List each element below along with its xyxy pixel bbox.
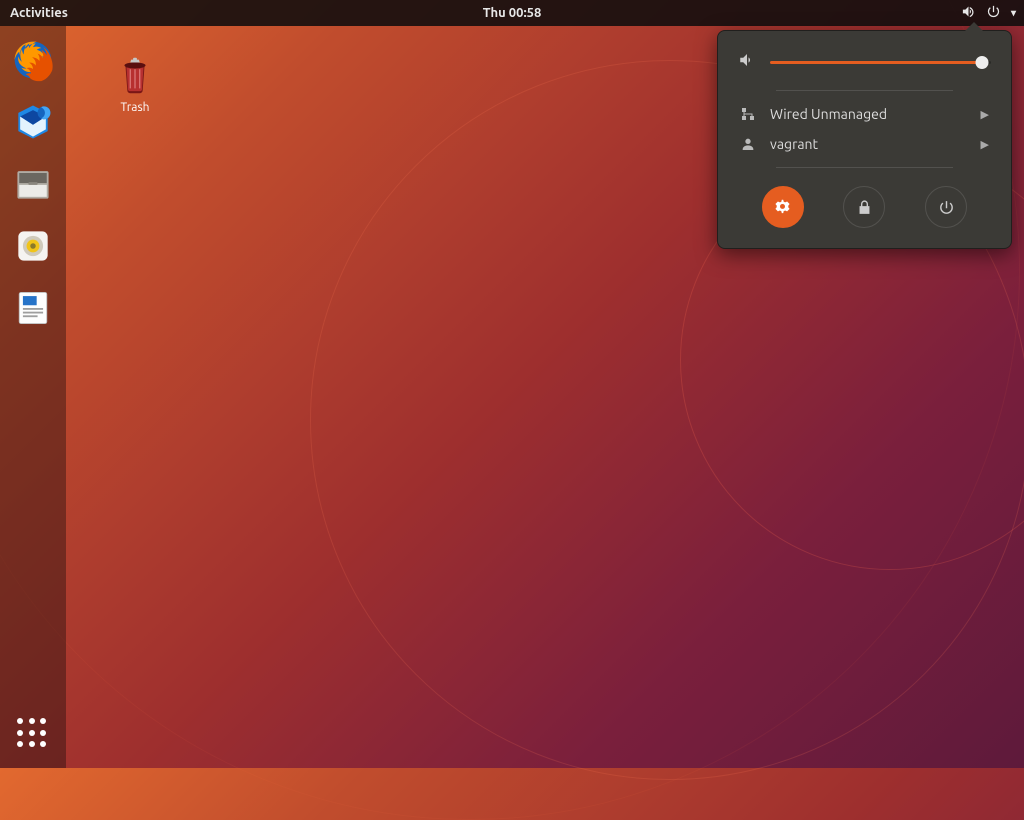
- lock-button[interactable]: [843, 186, 885, 228]
- speaker-icon: [738, 51, 756, 72]
- chevron-right-icon: ▶: [981, 138, 989, 151]
- volume-row: [736, 49, 993, 82]
- desktop-trash[interactable]: Trash: [100, 52, 170, 114]
- action-row: [736, 176, 993, 232]
- network-icon: [740, 106, 756, 122]
- power-icon: [986, 4, 1001, 22]
- chevron-down-icon: ▾: [1011, 7, 1016, 19]
- dock-thunderbird[interactable]: [9, 98, 57, 146]
- system-tray[interactable]: ▾: [961, 4, 1016, 22]
- dock: [0, 26, 66, 768]
- separator: [776, 90, 953, 91]
- user-menu-item[interactable]: vagrant ▶: [736, 129, 993, 159]
- settings-button[interactable]: [762, 186, 804, 228]
- top-bar: Activities Thu 00:58 ▾: [0, 0, 1024, 26]
- separator: [776, 167, 953, 168]
- trash-icon: [112, 52, 158, 98]
- activities-button[interactable]: Activities: [10, 6, 68, 20]
- dock-rhythmbox[interactable]: [9, 222, 57, 270]
- volume-slider[interactable]: [770, 55, 991, 69]
- slider-thumb[interactable]: [976, 56, 989, 69]
- volume-icon: [961, 4, 976, 22]
- network-label: Wired Unmanaged: [770, 106, 887, 122]
- dock-firefox[interactable]: [9, 36, 57, 84]
- slider-fill: [770, 61, 982, 64]
- power-button[interactable]: [925, 186, 967, 228]
- show-applications-button[interactable]: [17, 718, 49, 750]
- clock[interactable]: Thu 00:58: [483, 6, 542, 20]
- desktop-trash-label: Trash: [100, 101, 170, 114]
- user-label: vagrant: [770, 136, 818, 152]
- chevron-right-icon: ▶: [981, 108, 989, 121]
- user-icon: [740, 136, 756, 152]
- network-menu-item[interactable]: Wired Unmanaged ▶: [736, 99, 993, 129]
- dock-writer[interactable]: [9, 284, 57, 332]
- system-menu: Wired Unmanaged ▶ vagrant ▶: [717, 30, 1012, 249]
- dock-files[interactable]: [9, 160, 57, 208]
